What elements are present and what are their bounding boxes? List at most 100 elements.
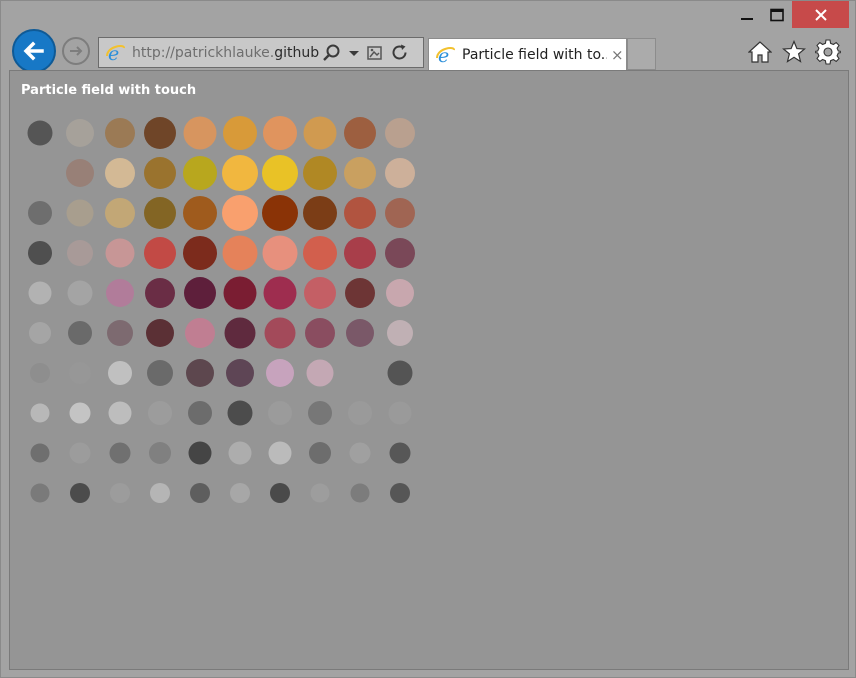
particle: [344, 117, 376, 149]
refresh-button[interactable]: [390, 43, 410, 63]
particle: [304, 277, 336, 309]
favorites-button[interactable]: [781, 39, 807, 65]
new-tab-button[interactable]: [627, 38, 656, 70]
particle: [226, 359, 254, 387]
particle: [268, 441, 292, 465]
url-text[interactable]: http://patrickhlauke.github: [132, 45, 320, 61]
particle: [27, 120, 53, 146]
particle: [108, 401, 132, 425]
particle: [30, 403, 50, 423]
particle: [228, 441, 252, 465]
particle: [262, 195, 298, 231]
particle: [28, 281, 52, 305]
particle: [188, 401, 212, 425]
window-caption-controls: [732, 1, 849, 28]
particle: [66, 199, 94, 227]
particle: [148, 401, 172, 425]
particle: [223, 116, 257, 150]
tab-particle-field[interactable]: e Particle field with to... ×: [428, 38, 627, 71]
particle: [144, 237, 176, 269]
address-dropdown-button[interactable]: [348, 47, 360, 59]
particle: [389, 442, 411, 464]
close-icon: [814, 8, 827, 21]
particle: [264, 317, 296, 349]
particle: [387, 360, 413, 386]
particle: [69, 402, 91, 424]
particle: [147, 360, 173, 386]
particle: [224, 317, 256, 349]
particle: [144, 117, 176, 149]
particle: [308, 401, 332, 425]
minimize-icon: [741, 17, 753, 20]
particle: [386, 279, 414, 307]
particle: [227, 400, 253, 426]
compat-view-icon: [367, 45, 382, 60]
particle: [346, 319, 374, 347]
particle: [270, 483, 290, 503]
particle: [385, 238, 415, 268]
minimize-button[interactable]: [732, 1, 762, 28]
particle: [144, 157, 176, 189]
particle: [385, 198, 415, 228]
particle: [344, 197, 376, 229]
particle: [150, 483, 170, 503]
particle: [344, 157, 376, 189]
particle: [303, 156, 337, 190]
browser-window: e http://patrickhlauke.github e Particle…: [0, 0, 856, 678]
home-button[interactable]: [747, 39, 773, 65]
particle: [30, 443, 50, 463]
particle: [345, 278, 375, 308]
particle: [185, 318, 215, 348]
particle: [223, 276, 257, 310]
close-window-button[interactable]: [792, 1, 849, 28]
particle: [310, 483, 330, 503]
forward-arrow-icon: [70, 46, 83, 56]
particle: [186, 359, 214, 387]
compatibility-view-button[interactable]: [366, 44, 384, 62]
particle: [385, 158, 415, 188]
back-button[interactable]: [12, 29, 56, 73]
address-bar[interactable]: e http://patrickhlauke.github: [98, 37, 424, 68]
settings-button[interactable]: [815, 39, 841, 65]
particle: [105, 118, 135, 148]
search-button[interactable]: [322, 43, 342, 63]
particle: [266, 359, 294, 387]
maximize-button[interactable]: [762, 1, 792, 28]
particle: [69, 362, 91, 384]
particle: [387, 320, 413, 346]
forward-button[interactable]: [62, 37, 90, 65]
particle: [222, 235, 258, 271]
particle: [105, 158, 135, 188]
refresh-icon: [392, 44, 407, 59]
tab-close-button[interactable]: ×: [611, 46, 624, 64]
particle: [28, 201, 52, 225]
particle: [28, 241, 52, 265]
ie-logo-icon: e: [106, 43, 125, 64]
particle: [67, 240, 93, 266]
particle-field[interactable]: [10, 71, 848, 669]
particle: [183, 196, 217, 230]
particle: [183, 116, 217, 150]
particle: [184, 277, 216, 309]
particle: [348, 401, 372, 425]
particle: [109, 442, 131, 464]
ie-logo-icon: e: [436, 45, 455, 66]
particle: [262, 155, 298, 191]
particle: [107, 320, 133, 346]
particle: [262, 235, 298, 271]
particle: [350, 483, 370, 503]
particle: [303, 196, 337, 230]
particle: [29, 322, 51, 344]
search-icon: [323, 44, 340, 61]
particle: [230, 483, 250, 503]
particle: [146, 319, 174, 347]
particle: [183, 236, 217, 270]
maximize-icon: [770, 8, 784, 21]
particle: [305, 318, 335, 348]
dropdown-icon: [349, 50, 359, 56]
page-content: Particle field with touch: [9, 70, 849, 670]
particle: [263, 116, 297, 150]
particle: [303, 236, 337, 270]
particle: [309, 442, 331, 464]
particle: [190, 483, 210, 503]
